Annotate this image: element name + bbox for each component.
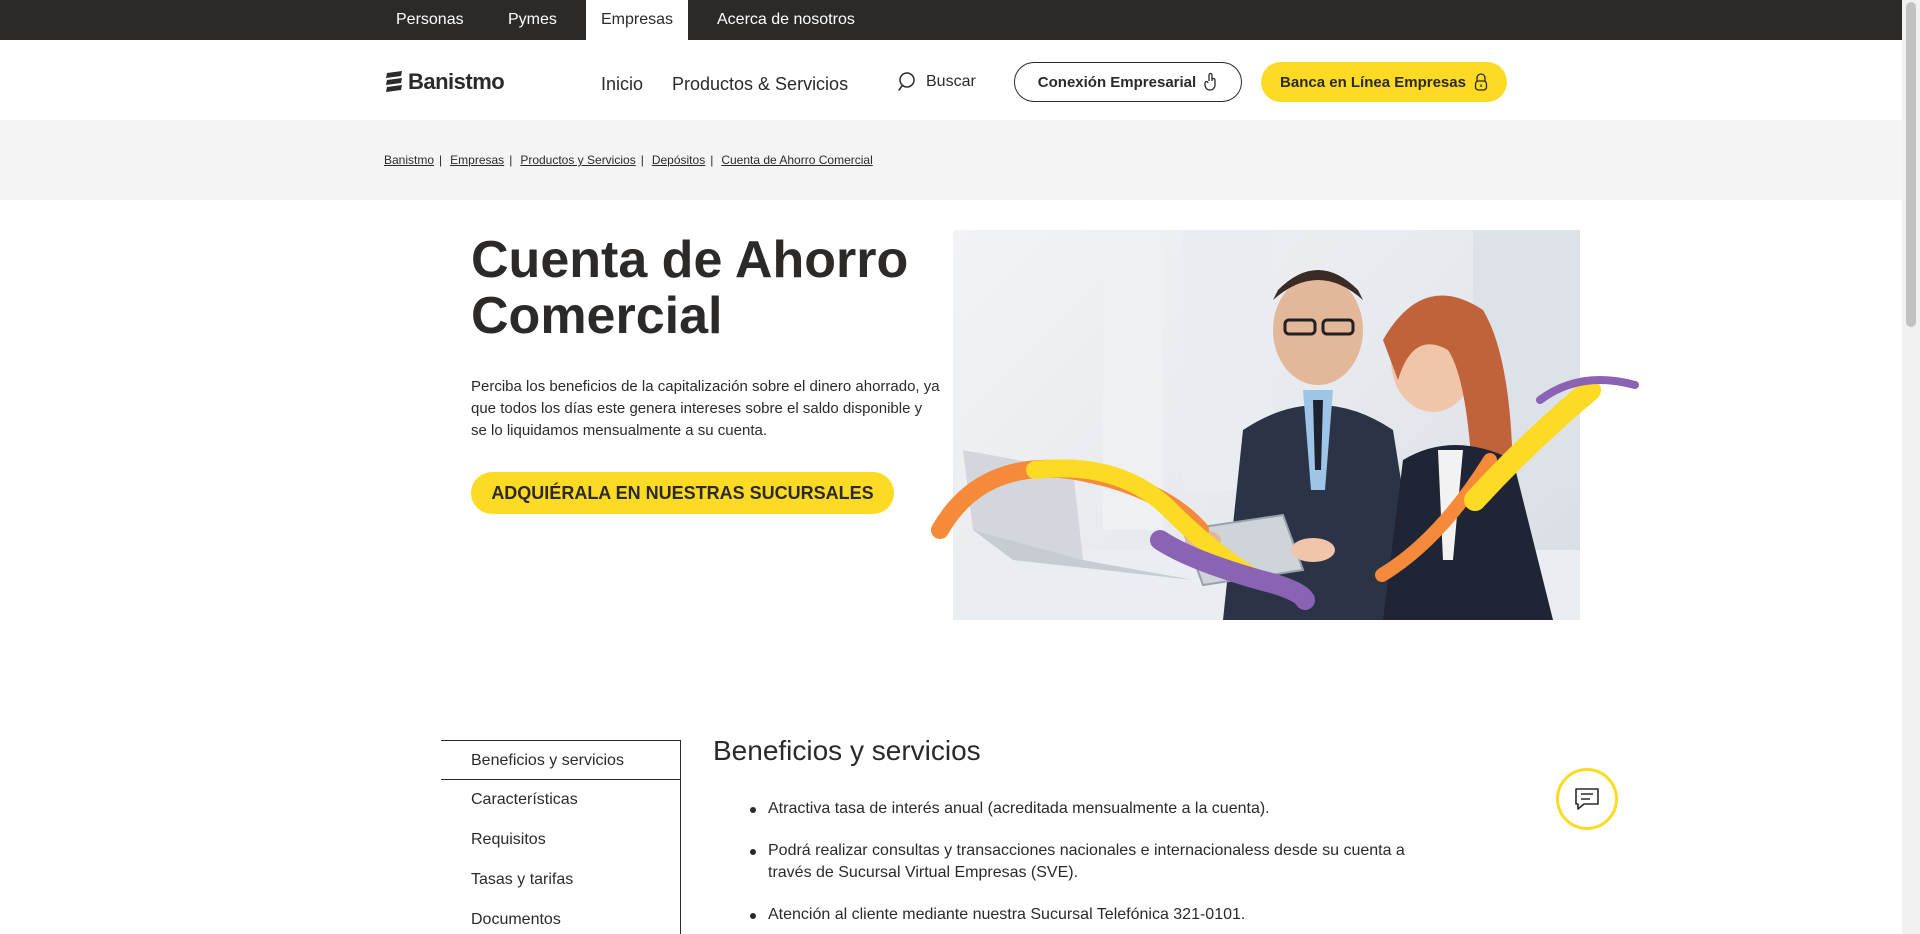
tab-acerca-de-nosotros[interactable]: Acerca de nosotros bbox=[702, 0, 870, 40]
scrollbar-thumb[interactable] bbox=[1906, 2, 1916, 327]
hand-pointer-icon bbox=[1204, 72, 1216, 91]
breadcrumb: Banistmo | Empresas | Productos y Servicio… bbox=[384, 153, 873, 167]
page-scrollbar[interactable] bbox=[1902, 0, 1920, 934]
conexion-empresarial-label: Conexión Empresarial bbox=[1037, 73, 1197, 91]
breadcrumb-separator: | bbox=[640, 153, 644, 167]
search-label: Buscar bbox=[926, 73, 976, 90]
tab-empresas[interactable]: Empresas bbox=[586, 0, 689, 40]
tab-pymes[interactable]: Pymes bbox=[493, 0, 572, 40]
list-item: Atención al cliente mediante nuestra Suc… bbox=[748, 904, 1438, 926]
section-title: Beneficios y servicios bbox=[713, 735, 981, 766]
search-icon bbox=[898, 72, 915, 91]
chat-button[interactable] bbox=[1556, 768, 1618, 830]
banca-en-linea-empresas-button[interactable]: Banca en Línea Empresas bbox=[1261, 62, 1507, 102]
breadcrumb-bar: Banistmo | Empresas | Productos y Servicio… bbox=[0, 120, 1902, 200]
lock-icon bbox=[1474, 73, 1488, 91]
sidenav-caracteristicas[interactable]: Características bbox=[441, 780, 680, 820]
sidenav-documentos[interactable]: Documentos bbox=[441, 900, 680, 934]
sidenav-beneficios-servicios[interactable]: Beneficios y servicios bbox=[441, 740, 680, 780]
list-item: Podrá realizar consultas y transacciones… bbox=[748, 840, 1438, 884]
breadcrumb-banistmo[interactable]: Banistmo bbox=[384, 153, 434, 167]
sidenav-tasas-tarifas[interactable]: Tasas y tarifas bbox=[441, 860, 680, 900]
breadcrumb-empresas[interactable]: Empresas bbox=[450, 153, 504, 167]
hero-description: Perciba los beneficios de la capitalizac… bbox=[471, 378, 940, 439]
section-side-nav: Beneficios y servicios Características R… bbox=[441, 740, 681, 934]
list-item: Atractiva tasa de interés anual (acredit… bbox=[748, 798, 1438, 820]
breadcrumb-depositos[interactable]: Depósitos bbox=[652, 153, 705, 167]
breadcrumb-separator: | bbox=[509, 153, 513, 167]
banca-en-linea-label: Banca en Línea Empresas bbox=[1280, 73, 1466, 91]
adquierala-sucursales-button[interactable]: ADQUIÉRALA EN NUESTRAS SUCURSALES bbox=[471, 472, 894, 514]
tab-personas[interactable]: Personas bbox=[381, 0, 479, 40]
banistmo-logo-icon bbox=[386, 71, 402, 92]
search-button[interactable]: Buscar bbox=[898, 72, 976, 92]
logo-wordmark: Banistmo bbox=[408, 69, 505, 94]
sidenav-requisitos[interactable]: Requisitos bbox=[441, 820, 680, 860]
decorative-waves bbox=[931, 376, 1639, 610]
page-title: Cuenta de Ahorro Comercial bbox=[471, 231, 909, 345]
breadcrumb-cuenta-ahorro-comercial[interactable]: Cuenta de Ahorro Comercial bbox=[721, 153, 872, 167]
nav-inicio[interactable]: Inicio bbox=[601, 74, 643, 95]
benefits-list: Atractiva tasa de interés anual (acredit… bbox=[748, 798, 1438, 934]
nav-productos-servicios[interactable]: Productos & Servicios bbox=[672, 74, 848, 95]
conexion-empresarial-button[interactable]: Conexión Empresarial bbox=[1014, 62, 1242, 102]
breadcrumb-productos-servicios[interactable]: Productos y Servicios bbox=[520, 153, 635, 167]
breadcrumb-separator: | bbox=[439, 153, 443, 167]
breadcrumb-separator: | bbox=[710, 153, 714, 167]
banistmo-logo[interactable]: Banistmo bbox=[384, 69, 505, 94]
chat-icon bbox=[1575, 788, 1599, 810]
main-header: Banistmo Inicio Productos & Servicios Bu… bbox=[0, 40, 1902, 120]
segment-tabs-bar: Personas Pymes Empresas Acerca de nosotr… bbox=[0, 0, 1902, 40]
